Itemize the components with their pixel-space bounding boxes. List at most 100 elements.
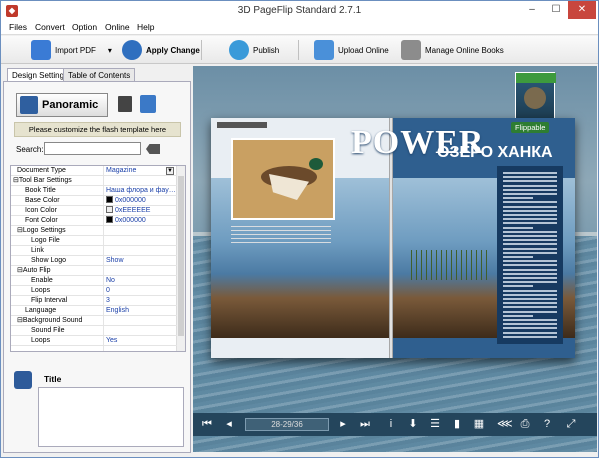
last-page-icon[interactable]: ⏭	[359, 418, 371, 430]
menu-files[interactable]: Files	[9, 22, 27, 32]
setting-name: Flip Interval	[31, 297, 68, 304]
menu-online[interactable]: Online	[105, 22, 130, 32]
setting-name: ⊟Logo Settings	[17, 227, 66, 234]
article-text-column	[497, 166, 563, 344]
setting-value-text: 0	[106, 287, 110, 294]
setting-value[interactable]: Yes	[106, 336, 117, 346]
settings-panel: Design Setting Table of Contents Panoram…	[3, 66, 191, 453]
maximize-button[interactable]: ☐	[544, 1, 568, 19]
prev-page-icon[interactable]: ◂	[223, 418, 235, 430]
upload-online-button[interactable]: Upload Online	[314, 39, 389, 61]
panoramic-template-button[interactable]: Panoramic	[16, 93, 108, 117]
apply-change-button[interactable]: Apply Change	[122, 39, 200, 61]
setting-value[interactable]: 0x000000	[106, 216, 146, 226]
flipbook[interactable]: POWER ОЗЕРО ХАНКА Flippable	[211, 118, 575, 358]
bookmark-icon[interactable]: ▮	[451, 418, 463, 430]
setting-row[interactable]: Icon Color 0xEEEEEE	[11, 206, 177, 216]
article-text-line	[503, 209, 557, 212]
color-swatch[interactable]	[106, 196, 113, 203]
tab-design-setting[interactable]: Design Setting	[7, 68, 70, 82]
settings-grid: Document Type Magazine ▼ ⊟Tool Bar Settings…	[10, 165, 186, 352]
toc-icon[interactable]: ☰	[429, 418, 441, 430]
download-icon[interactable]: ⬇	[407, 418, 419, 430]
setting-value[interactable]: Magazine	[106, 166, 136, 176]
toolbar: Import PDF ▾ Apply Change Publish Upload…	[1, 36, 598, 64]
setting-value[interactable]: 0x000000	[106, 196, 146, 206]
color-swatch[interactable]	[106, 206, 113, 213]
setting-value[interactable]: 0xEEEEEE	[106, 206, 150, 216]
setting-name: Book Title	[25, 187, 56, 194]
close-button[interactable]: ✕	[568, 1, 596, 19]
setting-row[interactable]: Sound File	[11, 326, 177, 336]
print-icon[interactable]: ⎙	[519, 418, 531, 430]
setting-name: Base Color	[25, 197, 60, 204]
setting-row[interactable]: ⊟Tool Bar Settings	[11, 176, 177, 186]
dropdown-arrow-icon[interactable]: ▼	[166, 167, 174, 175]
import-pdf-dropdown-icon[interactable]: ▾	[108, 46, 112, 55]
setting-row[interactable]: Flip Interval 3	[11, 296, 177, 306]
clear-search-icon[interactable]	[146, 144, 160, 154]
setting-row[interactable]: Link	[11, 246, 177, 256]
reeds-image	[411, 250, 491, 280]
article-text-line	[503, 180, 557, 183]
menu-option[interactable]: Option	[72, 22, 97, 32]
setting-row[interactable]: ⊟Logo Settings	[11, 226, 177, 236]
setting-name: Enable	[31, 277, 53, 284]
setting-row[interactable]: Loops 0	[11, 286, 177, 296]
search-input[interactable]	[44, 142, 141, 155]
tab-table-of-contents[interactable]: Table of Contents	[63, 68, 136, 82]
import-pdf-button[interactable]: Import PDF ▾	[31, 39, 112, 61]
setting-value[interactable]: English	[106, 306, 129, 316]
setting-row[interactable]: ⊟Auto Flip	[11, 266, 177, 276]
setting-row[interactable]: Logo File	[11, 236, 177, 246]
window-title: 3D PageFlip Standard 2.7.1	[237, 5, 362, 16]
article-text-line	[503, 268, 557, 271]
setting-row[interactable]: Enable No	[11, 276, 177, 286]
setting-row[interactable]: Language English	[11, 306, 177, 316]
info-icon[interactable]: i	[385, 418, 397, 430]
minimize-button[interactable]: –	[520, 1, 544, 19]
setting-row[interactable]: Loops Yes	[11, 336, 177, 346]
help-icon[interactable]: ?	[541, 418, 553, 430]
setting-row[interactable]: ⊟Background Sound	[11, 316, 177, 326]
duck-head	[309, 158, 323, 170]
upload-arrow-icon	[314, 40, 334, 60]
menu-help[interactable]: Help	[137, 22, 154, 32]
setting-value[interactable]: 0	[106, 286, 110, 296]
cover-thumbnail-image	[524, 87, 546, 109]
setting-row[interactable]: Font Color 0x000000	[11, 216, 177, 226]
manage-online-books-button[interactable]: Manage Online Books	[401, 39, 504, 61]
setting-name: Link	[31, 247, 44, 254]
setting-value[interactable]: Наша флора и фау…	[106, 186, 176, 196]
grid-scrollbar[interactable]	[176, 166, 185, 351]
save-as-icon[interactable]	[140, 95, 156, 113]
article-text-line	[503, 306, 557, 309]
color-swatch[interactable]	[106, 216, 113, 223]
setting-row[interactable]: Document Type Magazine ▼	[11, 166, 177, 176]
book-preview: POWER ОЗЕРО ХАНКА Flippable 28-29/36 ⏮ ◂ ▸…	[193, 66, 597, 452]
thumbnails-icon[interactable]: ▦	[473, 418, 485, 430]
publish-button[interactable]: Publish	[229, 39, 279, 61]
menu-convert[interactable]: Convert	[35, 22, 65, 32]
page-indicator[interactable]: 28-29/36	[245, 418, 329, 431]
save-icon[interactable]	[118, 96, 132, 112]
flippable-badge: Flippable	[511, 122, 550, 133]
first-page-icon[interactable]: ⏮	[201, 418, 213, 430]
article-text-line	[503, 272, 557, 275]
setting-value[interactable]: Show	[106, 256, 124, 266]
article-text-line	[503, 197, 533, 200]
setting-row[interactable]: Base Color 0x000000	[11, 196, 177, 206]
cover-thumbnail[interactable]	[515, 72, 556, 124]
fullscreen-icon[interactable]: ⤢	[565, 418, 577, 430]
scrollbar-thumb[interactable]	[178, 176, 184, 336]
share-icon[interactable]: ⋘	[497, 418, 513, 430]
toolbar-separator	[201, 40, 202, 60]
setting-value-text: 3	[106, 297, 110, 304]
setting-row[interactable]: Book Title Наша флора и фау…	[11, 186, 177, 196]
setting-row[interactable]: Show Logo Show	[11, 256, 177, 266]
description-icon	[14, 371, 32, 389]
next-page-icon[interactable]: ▸	[337, 418, 349, 430]
setting-value[interactable]: 3	[106, 296, 110, 306]
setting-value[interactable]: No	[106, 276, 115, 286]
template-book-icon	[20, 96, 38, 114]
